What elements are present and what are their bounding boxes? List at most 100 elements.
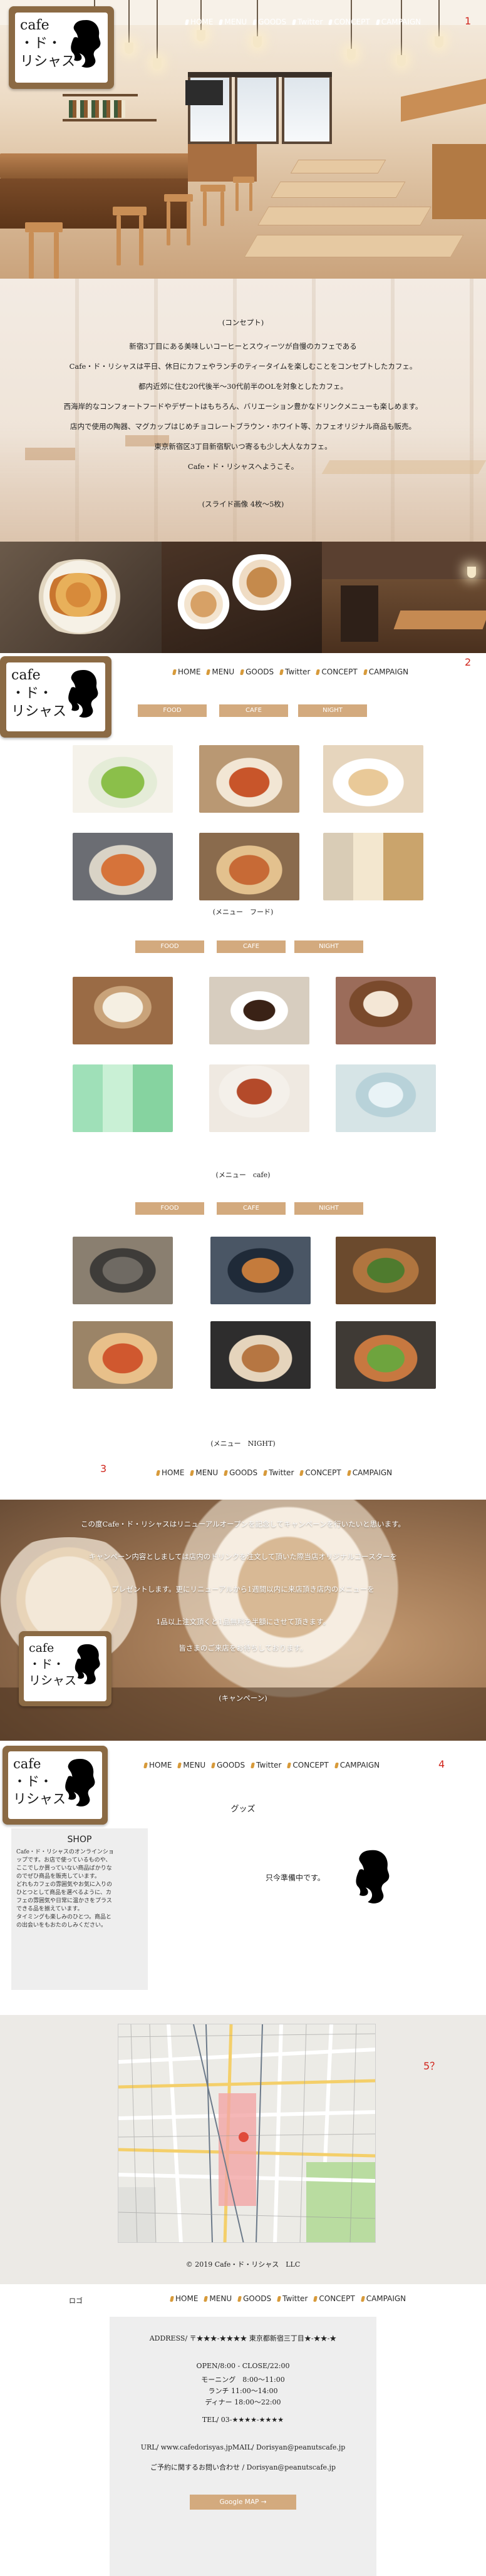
logo-text: cafe ・ド・ リシャス [11,667,67,719]
menu-photo-food [323,833,423,900]
tab-cafe[interactable]: CAFE [217,1202,286,1215]
nav-label: Twitter [256,1761,282,1770]
nav-twitter[interactable]: Twitter [279,667,311,676]
nav-label: MENU [195,1468,219,1477]
menu-photo-cafe [336,977,436,1044]
bullet-mark-icon [299,1470,304,1476]
nav-home[interactable]: HOME [185,18,213,26]
bullet-mark-icon [177,1762,182,1768]
wall-shelf [401,78,486,122]
nav-menu[interactable]: MENU [204,2294,232,2303]
nav-label: CONCEPT [321,667,358,676]
nav-home[interactable]: HOME [170,2294,198,2303]
campaign-section: この度Cafe・ド・リシャスはリニューアルオープンを記念してキャンペーンを行いた… [0,1500,486,1741]
tab-food[interactable]: FOOD [135,1202,204,1215]
nav-goods[interactable]: GOODS [224,1468,257,1477]
nav-home[interactable]: HOME [172,667,201,676]
campaign-line: キャンペーン内容としましては店内のドリンクを注文して頂いた際当店オリジナルコース… [88,1552,398,1561]
concept-section: (コンセプト) 新宿3丁目にある美味しいコーヒーとスウィーツが自慢のカフェである… [0,279,486,542]
nav-concept[interactable]: CONCEPT [316,667,358,676]
nav-menu[interactable]: MENU [206,667,234,676]
slide-image-latte [162,542,322,653]
tab-night[interactable]: NIGHT [294,940,363,953]
logo[interactable]: cafe ・ド・ リシャス [9,6,114,89]
map[interactable] [118,2024,376,2243]
nav-twitter[interactable]: Twitter [263,1468,294,1477]
nav-campaign[interactable]: CAMPAIGN [346,1468,392,1477]
menu-photo-cafe [209,977,309,1044]
bullet-mark-icon [263,1470,268,1476]
nav-label: MENU [224,18,247,26]
menu-photo-food [199,745,299,813]
logo-text: cafe ・ド・ リシャス [29,1641,77,1687]
slide-image-interior [322,542,486,653]
nav-concept[interactable]: CONCEPT [313,2294,355,2303]
nav-campaign[interactable]: CAMPAIGN [363,667,408,676]
nav-goods[interactable]: GOODS [240,667,274,676]
nav-home[interactable]: HOME [156,1468,184,1477]
copyright: © 2019 Cafe・ド・リシャス LLC [185,2260,301,2269]
menu-photo-cafe [336,1064,436,1132]
shelf [63,119,157,121]
bullet-mark-icon [224,1470,229,1476]
logo[interactable]: cafe ・ド・ リシャス [0,656,111,738]
bullet-mark-icon [185,19,189,25]
counter-top [0,153,207,178]
nav-concept[interactable]: CONCEPT [328,18,370,26]
bullet-mark-icon [219,19,224,25]
footer-url: URL/ www.cafedorisyas.jpMAIL/ Dorisyan@p… [140,2443,346,2451]
nav-label: Twitter [282,2294,308,2303]
nav-home[interactable]: HOME [143,1761,172,1770]
nav-menu[interactable]: MENU [219,18,247,26]
footer-info: ADDRESS/ 〒★★★-★★★★ 東京都新宿三丁目★-★★-★ OPEN/8… [110,2317,376,2576]
nav-goods[interactable]: GOODS [237,2294,271,2303]
nav-concept[interactable]: CONCEPT [299,1468,341,1477]
campaign-nav: HOME MENU GOODS Twitter CONCEPT CAMPAIGN [156,1468,392,1477]
nav-campaign[interactable]: CAMPAIGN [334,1761,380,1770]
section-marker: 4 [438,1758,445,1770]
tab-food[interactable]: FOOD [135,940,204,953]
google-map-button[interactable]: Google MAP → [190,2495,296,2510]
menu-photo-night [336,1321,436,1389]
nav-twitter[interactable]: Twitter [277,2294,308,2303]
menu-photo-night [336,1237,436,1304]
bullet-mark-icon [279,669,284,675]
bullet-mark-icon [334,1762,339,1768]
logo-text: cafe ・ド・ リシャス [13,1756,66,1806]
nav-goods[interactable]: GOODS [211,1761,245,1770]
logo[interactable]: cafe ・ド・ リシャス [19,1631,111,1706]
nav-menu[interactable]: MENU [177,1761,205,1770]
nav-twitter[interactable]: Twitter [251,1761,281,1770]
bullet-mark-icon [211,1762,216,1768]
goods-nav: HOME MENU GOODS Twitter CONCEPT CAMPAIGN [143,1761,380,1770]
nav-campaign[interactable]: CAMPAIGN [375,18,421,26]
nav-label: CONCEPT [305,1468,341,1477]
nav-goods[interactable]: GOODS [252,18,287,26]
nav-menu[interactable]: MENU [190,1468,218,1477]
nav-concept[interactable]: CONCEPT [287,1761,329,1770]
tab-night[interactable]: NIGHT [298,704,367,717]
tab-night[interactable]: NIGHT [294,1202,363,1215]
lady-silhouette-icon [68,670,98,718]
concept-heading: (コンセプト) [222,318,264,327]
footer-hours: OPEN/8:00 - CLOSE/22:00 [196,2362,290,2370]
shop-box: SHOP Cafe・ド・リシャスのオンラインショップです。お店で使っているものや… [11,1828,148,1990]
footer-tel: TEL/ 03-★★★★-★★★★ [202,2416,284,2424]
nav-twitter[interactable]: Twitter [292,18,323,26]
tab-cafe[interactable]: CAFE [217,940,286,953]
menu-photo-cafe [73,1064,173,1132]
nav-campaign[interactable]: CAMPAIGN [360,2294,406,2303]
nav-label: HOME [190,18,214,26]
menu-photo-night [73,1237,173,1304]
slide-image-food [0,542,162,653]
map-roads [118,2024,375,2242]
counter-side [188,144,257,182]
nav-label: HOME [178,667,201,676]
tab-cafe[interactable]: CAFE [219,704,288,717]
nav-label: GOODS [258,18,287,26]
footer-logo: ロゴ [69,2297,83,2305]
nav-label: Twitter [285,667,311,676]
tab-food[interactable]: FOOD [138,704,207,717]
bullet-mark-icon [292,19,297,25]
concept-line: Cafe・ド・リシャスは平日、休日にカフェやランチのティータイムを楽しむことをコ… [69,362,417,371]
